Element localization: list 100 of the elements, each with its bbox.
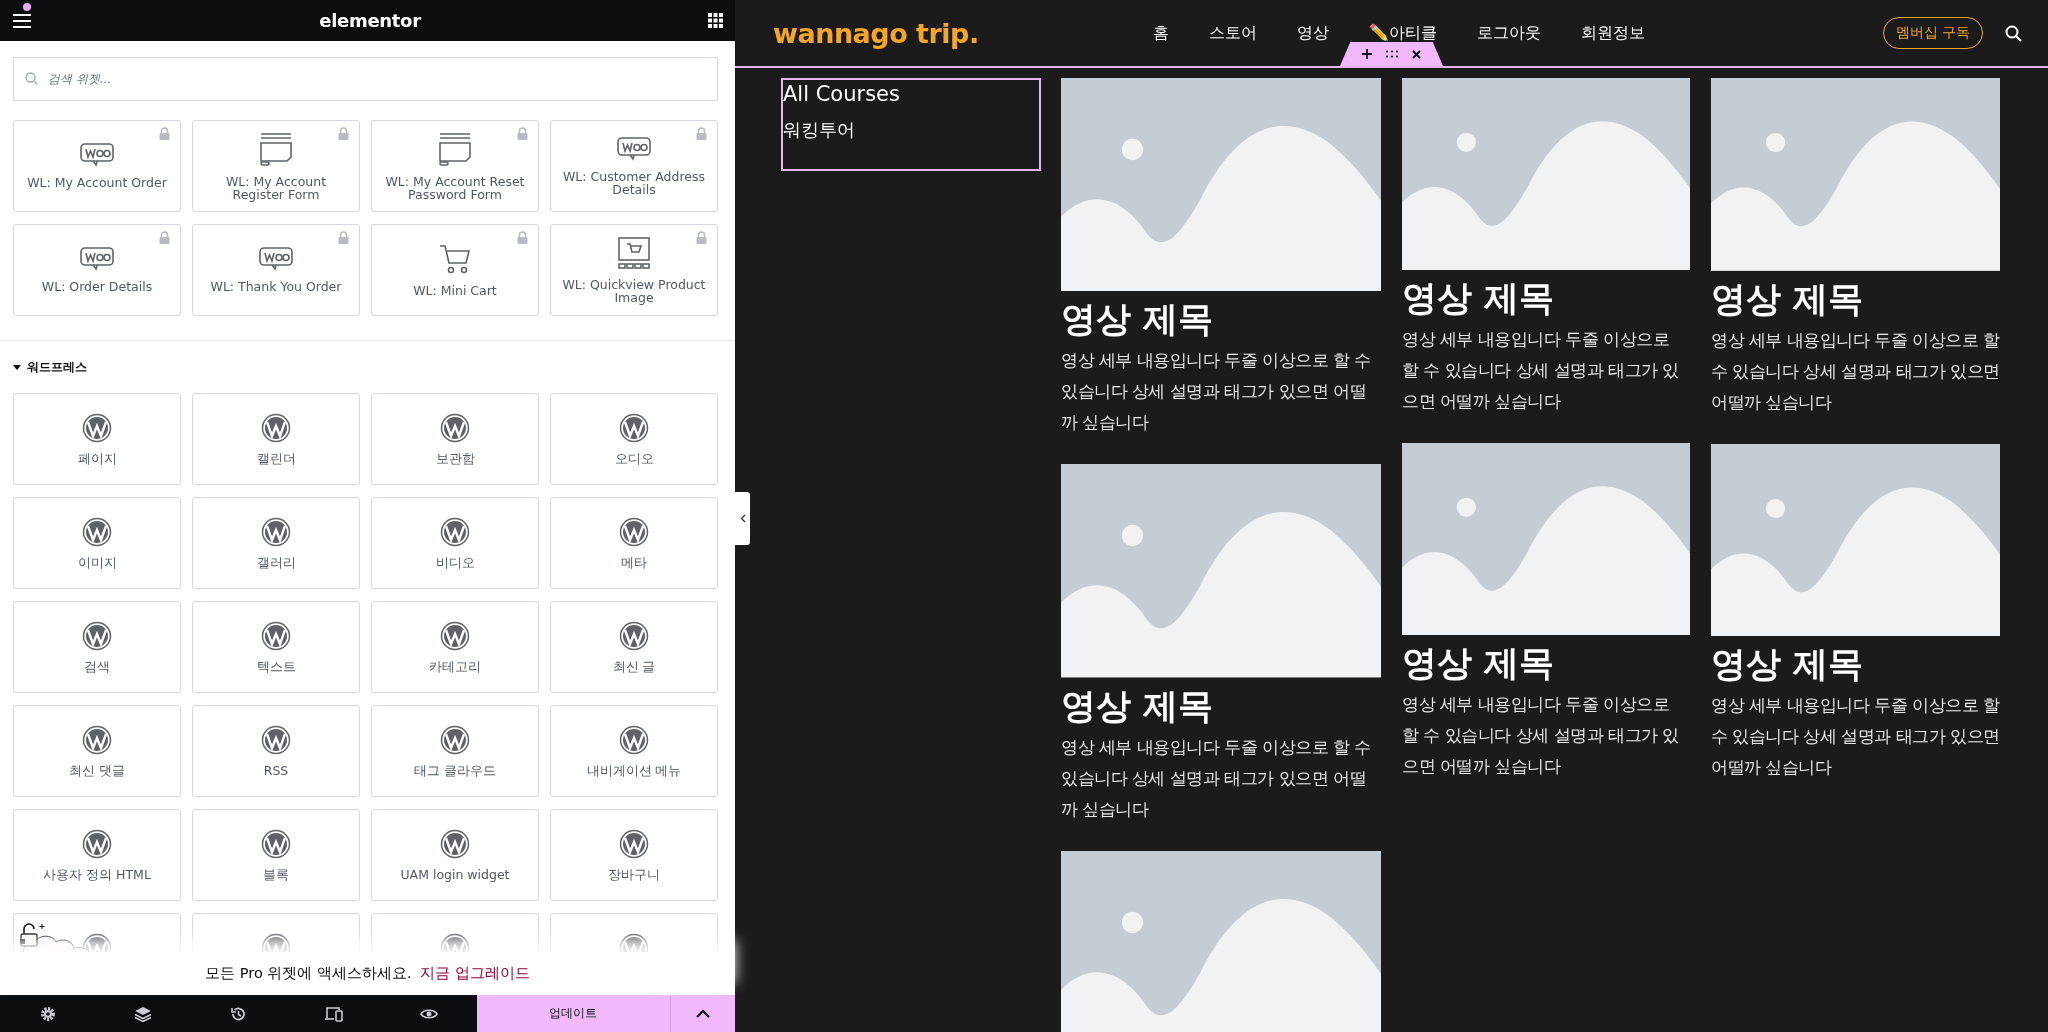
widget-card[interactable]: 메타: [550, 497, 718, 589]
logo-icon: [82, 829, 112, 859]
nav-link[interactable]: 홈: [1153, 22, 1169, 44]
widget-card[interactable]: 카테고리: [371, 601, 539, 693]
logo-icon: [261, 829, 291, 859]
history-icon: [230, 1005, 247, 1022]
widget-label: WL: My Account Register Form: [224, 174, 328, 201]
widget-card[interactable]: 사용자 정의 HTML: [13, 809, 181, 901]
widget-label: 태그 클라우드: [413, 764, 497, 777]
speech-bubble-icon: [617, 136, 651, 161]
widget-card[interactable]: RSS: [192, 705, 360, 797]
search-field[interactable]: 검색 위젯...: [13, 57, 718, 101]
nav-link[interactable]: 회원정보: [1581, 22, 1645, 44]
widget-label: WL: Mini Cart: [412, 284, 498, 297]
update-button[interactable]: 업데이트: [476, 995, 670, 1032]
video-title[interactable]: 영상 제목: [1061, 297, 1381, 342]
speech-bubble-icon: [259, 247, 293, 271]
video-description: 영상 세부 내용입니다 두줄 이상으로 할 수 있습니다 상세 설명과 태그가 있으면 어떨까 싶습니다: [1402, 693, 1680, 778]
video-description: 영상 세부 내용입니다 두줄 이상으로 할 수 있습니다 상세 설명과 태그가 있으면 어떨까 싶습니다: [1402, 328, 1680, 413]
logo-icon: [440, 517, 470, 547]
widget-card[interactable]: 태그 클라우드: [371, 705, 539, 797]
widget-card[interactable]: WL: My Account Register Form: [192, 120, 360, 212]
widget-card[interactable]: 최신 글: [550, 601, 718, 693]
widget-label: 카테고리: [428, 660, 482, 673]
widget-card[interactable]: WL: My Account Order: [13, 120, 181, 212]
widget-card[interactable]: 블록: [192, 809, 360, 901]
widget-label: WL: Quickview Product Image: [561, 277, 707, 304]
widget-label: 블록: [262, 868, 290, 881]
widget-label: 페이지: [76, 452, 118, 465]
speech-bubble-icon: [80, 247, 114, 271]
widget-label: WL: Customer Address Details: [562, 169, 706, 196]
plus-icon[interactable]: [1362, 49, 1372, 59]
widget-label: 오디오: [613, 452, 655, 465]
speech-bubble-icon: [80, 143, 114, 167]
logo-icon: [440, 725, 470, 755]
widget-label: 사용자 정의 HTML: [42, 868, 152, 881]
search-icon[interactable]: [2005, 24, 2022, 42]
cart-icon: [439, 243, 471, 275]
widget-label: WL: Order Details: [40, 280, 154, 293]
nav-link[interactable]: 스토어: [1209, 22, 1257, 44]
widget-card[interactable]: 장바구니: [550, 809, 718, 901]
video-title[interactable]: 영상 제목: [1402, 641, 1690, 685]
logo-icon: [261, 621, 291, 651]
section-header[interactable]: 워드프레스: [0, 341, 735, 393]
notification-dot: [23, 3, 31, 11]
widget-label: 캘린더: [255, 452, 297, 465]
widget-label: WL: My Account Reset Password Form: [384, 174, 526, 201]
logo-icon: [619, 621, 649, 651]
apps-grid-icon[interactable]: [708, 13, 723, 28]
video-title[interactable]: 영상 제목: [1061, 683, 1381, 728]
widget-card[interactable]: UAM login widget: [371, 809, 539, 901]
chevron-up-icon: [695, 1009, 710, 1018]
close-icon[interactable]: [1412, 49, 1421, 59]
logo-icon: [82, 517, 112, 547]
video-description: 영상 세부 내용입니다 두줄 이상으로 할 수 있습니다 상세 설명과 태그가 있으면 어떨까 싶습니다: [1711, 328, 2000, 414]
nav-link[interactable]: 영상: [1297, 22, 1329, 44]
menu-icon[interactable]: [12, 12, 32, 29]
category-link[interactable]: All Courses: [783, 82, 1039, 106]
widget-card[interactable]: 갤러리: [192, 497, 360, 589]
video-description: 영상 세부 내용입니다 두줄 이상으로 할 수 있습니다 상세 설명과 태그가 있으면 어떨까 싶습니다: [1061, 735, 1372, 821]
widget-card[interactable]: WL: My Account Reset Password Form: [371, 120, 539, 212]
site-logo[interactable]: wannago trip.: [773, 17, 1153, 49]
upgrade-link[interactable]: 지금 업그레이드: [420, 965, 530, 981]
eye-icon: [420, 1007, 439, 1020]
logo-icon: [261, 413, 291, 443]
nav-link[interactable]: 로그아웃: [1477, 22, 1541, 44]
widget-card[interactable]: 이미지: [13, 497, 181, 589]
caret-icon: [13, 363, 21, 371]
widget-card[interactable]: 텍스트: [192, 601, 360, 693]
widget-label: 이미지: [76, 556, 118, 569]
widget-card[interactable]: 내비게이션 메뉴: [550, 705, 718, 797]
widget-card[interactable]: WL: Quickview Product Image: [550, 224, 718, 316]
widget-card[interactable]: 보관함: [371, 393, 539, 485]
widget-card[interactable]: 페이지: [13, 393, 181, 485]
widget-card[interactable]: WL: Customer Address Details: [550, 120, 718, 212]
widget-card[interactable]: 검색: [13, 601, 181, 693]
nav-link[interactable]: ✏아티클: [1369, 22, 1437, 44]
widget-label: 갤러리: [255, 556, 297, 569]
video-title[interactable]: 영상 제목: [1711, 276, 2000, 321]
video-title[interactable]: 영상 제목: [1402, 276, 1690, 320]
logo-icon: [440, 829, 470, 859]
drag-handle-icon[interactable]: [1386, 50, 1398, 58]
layers-icon: [134, 1005, 153, 1022]
widget-card[interactable]: 최신 댓글: [13, 705, 181, 797]
widget-card[interactable]: 캘린더: [192, 393, 360, 485]
widget-label: 비디오: [434, 556, 476, 569]
video-title[interactable]: 영상 제목: [1711, 642, 2000, 687]
widget-card[interactable]: WL: Mini Cart: [371, 224, 539, 316]
category-link[interactable]: 워킹투어: [783, 118, 1039, 142]
logo-icon: [619, 413, 649, 443]
form-icon: [438, 131, 472, 166]
widget-card[interactable]: 비디오: [371, 497, 539, 589]
form-icon: [259, 131, 293, 166]
widget-card[interactable]: WL: Order Details: [13, 224, 181, 316]
product-image-icon: [618, 236, 650, 269]
widget-card[interactable]: WL: Thank You Order: [192, 224, 360, 316]
widget-card[interactable]: 오디오: [550, 393, 718, 485]
collapse-handle[interactable]: [735, 492, 750, 545]
logo-icon: [261, 517, 291, 547]
widget-label: 내비게이션 메뉴: [585, 764, 683, 777]
